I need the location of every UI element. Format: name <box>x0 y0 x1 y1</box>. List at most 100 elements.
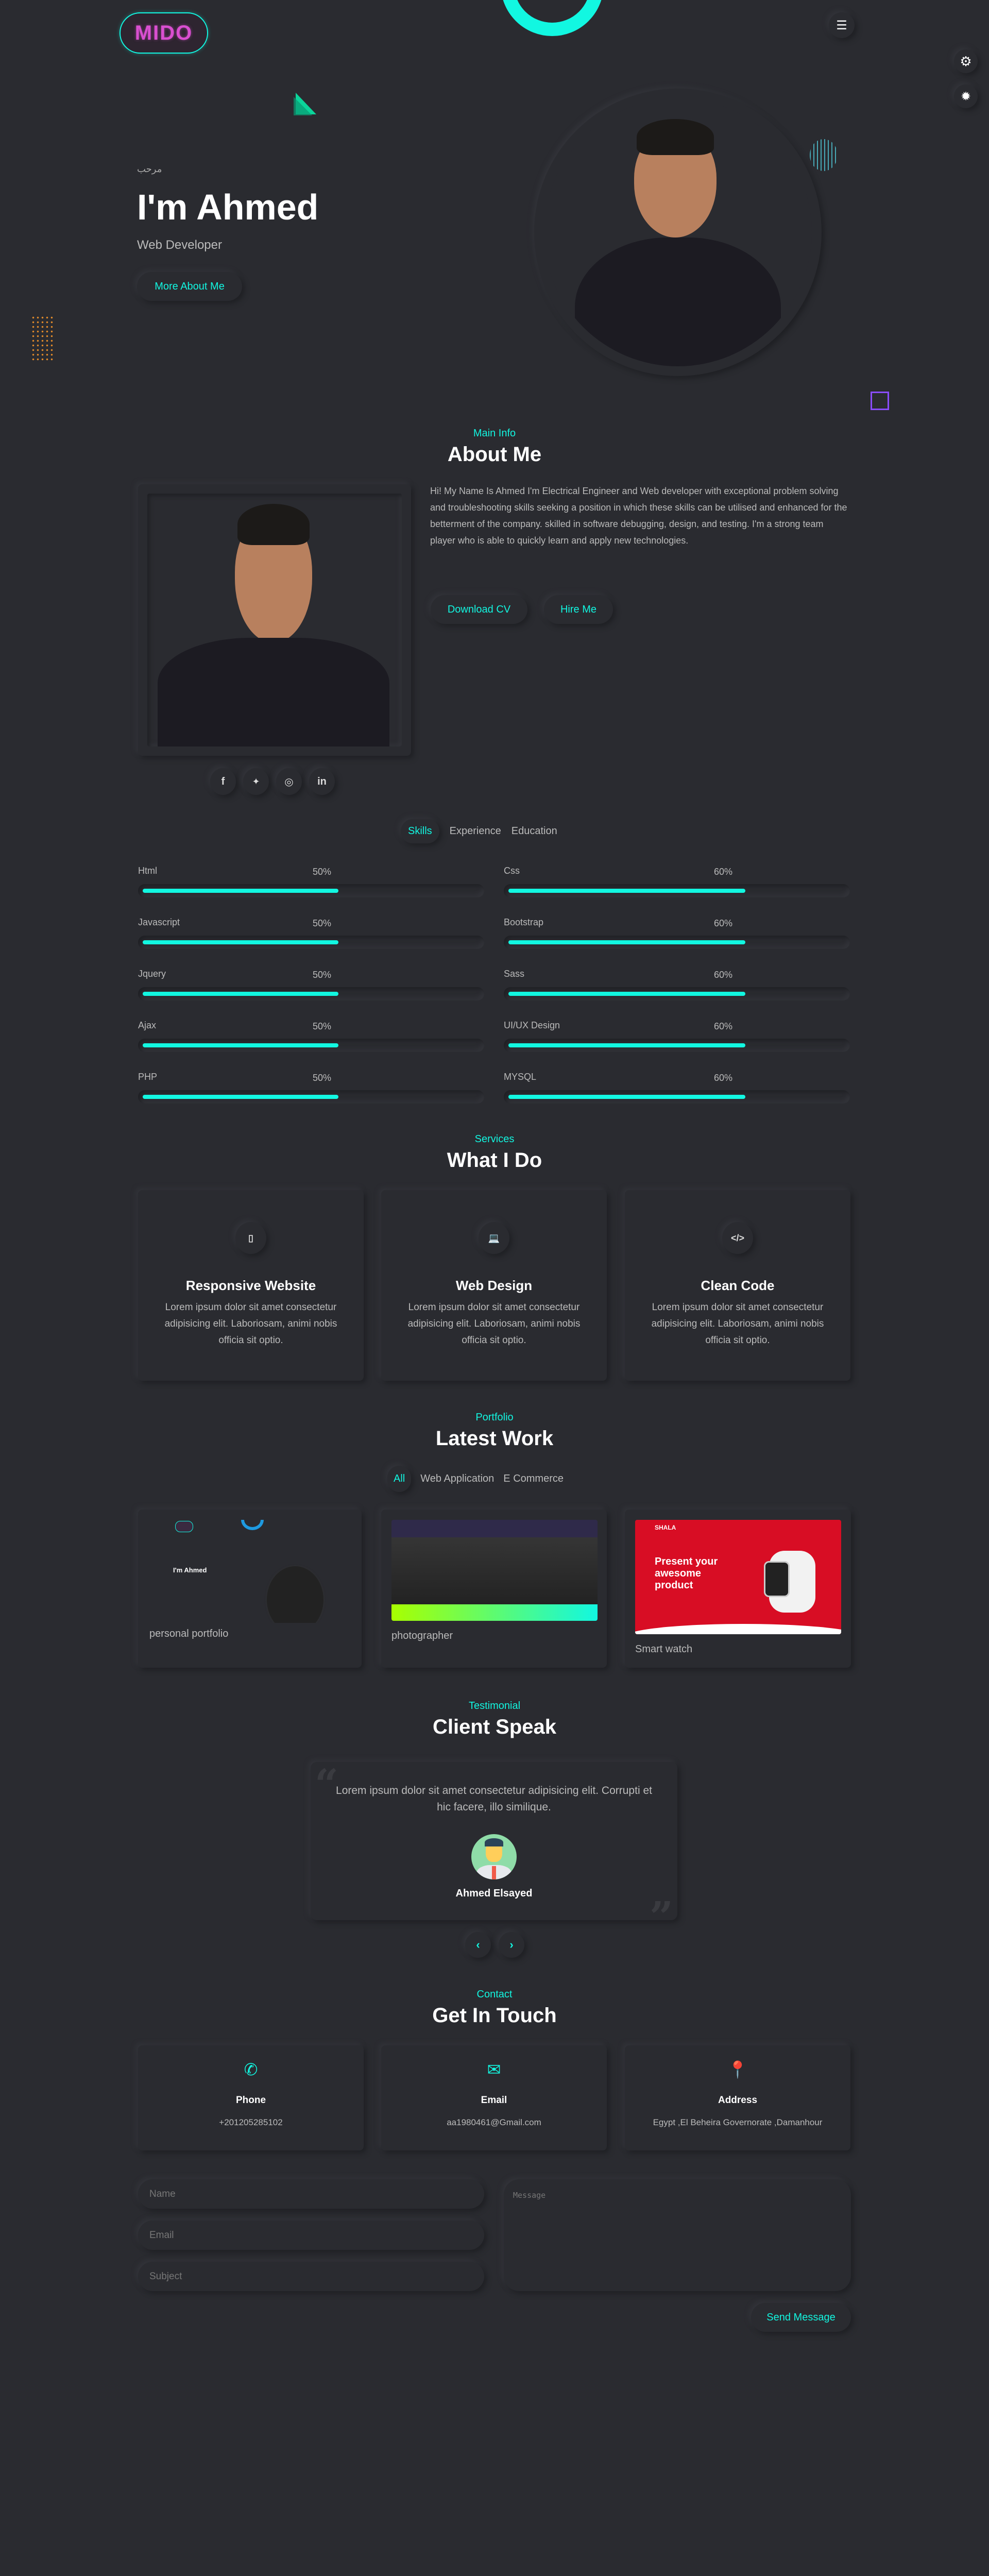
contact-card-title: Address <box>718 2095 758 2106</box>
tab-skills[interactable]: Skills <box>401 819 439 843</box>
skill-percent: 60% <box>714 970 733 980</box>
portfolio-item[interactable]: SHALA Present your awesome product Smart… <box>625 1510 851 1668</box>
logo-text: MIDO <box>134 21 193 44</box>
skill-item: PHP 50% <box>138 1072 484 1108</box>
hero-title: I'm Ahmed <box>137 187 319 227</box>
skill-bar <box>138 936 484 949</box>
placeholder: Message <box>513 2191 546 2200</box>
skill-name: Ajax <box>138 1020 157 1030</box>
decor-stripes <box>810 139 838 171</box>
skill-item: Bootstrap 60% <box>504 917 850 953</box>
skill-name: Javascript <box>138 917 180 927</box>
skill-percent: 60% <box>714 918 733 928</box>
map-marker-icon: 📍 <box>727 2060 748 2079</box>
filter-e-commerce[interactable]: E Commerce <box>503 1473 564 1485</box>
linkedin-icon: in <box>317 775 327 787</box>
instagram-link[interactable]: ◎ <box>276 768 302 795</box>
linkedin-link[interactable]: in <box>309 768 335 795</box>
subject-input[interactable]: Subject <box>138 2262 484 2291</box>
portfolio-title: personal portfolio <box>149 1628 229 1639</box>
tab-experience[interactable]: Experience <box>450 825 501 837</box>
facebook-icon: f <box>221 775 225 787</box>
skill-item: Sass 60% <box>504 969 850 1005</box>
download-cv-button[interactable]: Download CV <box>431 595 527 624</box>
more-about-me-button[interactable]: More About Me <box>137 272 242 301</box>
skill-bar-fill <box>508 1043 745 1047</box>
service-title: Clean Code <box>701 1278 775 1293</box>
service-card: 💻 Web Design Lorem ipsum dolor sit amet co… <box>381 1190 607 1381</box>
skill-bar-fill <box>143 1095 338 1099</box>
skill-bar-fill <box>143 889 338 893</box>
send-message-button[interactable]: Send Message <box>751 2303 851 2332</box>
button-label: More About Me <box>155 280 225 292</box>
tab-education[interactable]: Education <box>511 825 557 837</box>
skill-bar <box>504 884 850 897</box>
portfolio-title: photographer <box>391 1630 453 1641</box>
skill-bar <box>138 987 484 1001</box>
about-text: Hi! My Name Is Ahmed I'm Electrical Engi… <box>430 486 847 546</box>
contact-card: ✉ Email aa1980461@Gmail.com <box>381 2045 607 2150</box>
logo[interactable]: MIDO <box>120 12 208 54</box>
skill-item: Ajax 50% <box>138 1020 484 1056</box>
twitter-link[interactable]: ✦ <box>243 768 269 795</box>
chevron-left-icon: ‹ <box>476 1938 480 1951</box>
skill-bar-fill <box>143 940 338 944</box>
decor-triangle <box>294 93 316 115</box>
portfolio-title: Smart watch <box>635 1643 693 1655</box>
facebook-link[interactable]: f <box>210 768 236 795</box>
skill-bar <box>504 1090 850 1104</box>
section-title: About Me <box>447 443 542 466</box>
portfolio-item[interactable]: I'm Ahmed personal portfolio <box>138 1510 362 1668</box>
skill-bar-fill <box>508 1095 745 1099</box>
contact-card-value[interactable]: aa1980461@Gmail.com <box>381 2117 607 2128</box>
skill-item: Javascript 50% <box>138 917 484 953</box>
skill-percent: 50% <box>313 867 332 877</box>
contact-card: 📍 Address Egypt ,El Beheira Governorate ,D… <box>625 2045 850 2150</box>
name-input[interactable]: Name <box>138 2179 484 2209</box>
menu-button[interactable]: ☰ <box>829 12 855 38</box>
section-label: Services <box>474 1133 515 1145</box>
skill-bar-fill <box>508 992 745 996</box>
sun-icon: ✹ <box>960 89 971 104</box>
contact-card-value[interactable]: +201205285102 <box>138 2117 364 2128</box>
hero-photo-frame <box>534 89 822 376</box>
skill-bar <box>138 1039 484 1052</box>
skill-item: UI/UX Design 60% <box>504 1020 850 1056</box>
filter-all[interactable]: All <box>387 1466 412 1492</box>
about-photo-frame <box>138 484 411 756</box>
message-textarea[interactable]: Message <box>504 2179 851 2291</box>
portfolio-thumbnail <box>391 1520 598 1621</box>
about-photo <box>147 494 402 747</box>
phone-icon: ✆ <box>244 2060 258 2079</box>
instagram-icon: ◎ <box>284 776 294 788</box>
portfolio-item[interactable]: photographer <box>381 1510 607 1668</box>
portfolio-thumbnail: I'm Ahmed <box>148 1520 354 1623</box>
decor-square <box>871 392 889 410</box>
laptop-code-icon: 💻 <box>479 1222 509 1254</box>
section-label: Main Info <box>473 428 516 439</box>
skill-bar-fill <box>508 940 745 944</box>
service-card: </> Clean Code Lorem ipsum dolor sit amet … <box>625 1190 850 1381</box>
section-label: Testimonial <box>468 1700 521 1711</box>
next-testimonial-button[interactable]: › <box>499 1932 524 1958</box>
theme-toggle-button[interactable]: ✹ <box>954 84 978 108</box>
thumbnail-headline: Present your awesome product <box>655 1556 718 1591</box>
placeholder: Subject <box>149 2270 182 2282</box>
page-end <box>0 2349 1 2350</box>
portfolio-thumbnail: SHALA Present your awesome product <box>635 1520 841 1634</box>
skill-bar-fill <box>143 1043 338 1047</box>
skill-percent: 50% <box>313 1073 332 1083</box>
skill-name: MYSQL <box>504 1072 537 1082</box>
service-card: ▯ Responsive Website Lorem ipsum dolor sit… <box>138 1190 364 1381</box>
settings-button[interactable]: ⚙ <box>954 49 978 73</box>
button-label: Hire Me <box>560 603 596 615</box>
skill-name: Jquery <box>138 969 166 979</box>
service-text: Lorem ipsum dolor sit amet consectetur a… <box>407 1302 581 1346</box>
email-input[interactable]: Email <box>138 2221 484 2250</box>
hire-me-button[interactable]: Hire Me <box>544 595 613 624</box>
prev-testimonial-button[interactable]: ‹ <box>465 1932 491 1958</box>
section-label: Contact <box>476 1989 513 2000</box>
filter-web-application[interactable]: Web Application <box>420 1473 494 1485</box>
about-tabs: Skills Experience Education <box>401 819 557 843</box>
skill-percent: 60% <box>714 1021 733 1031</box>
